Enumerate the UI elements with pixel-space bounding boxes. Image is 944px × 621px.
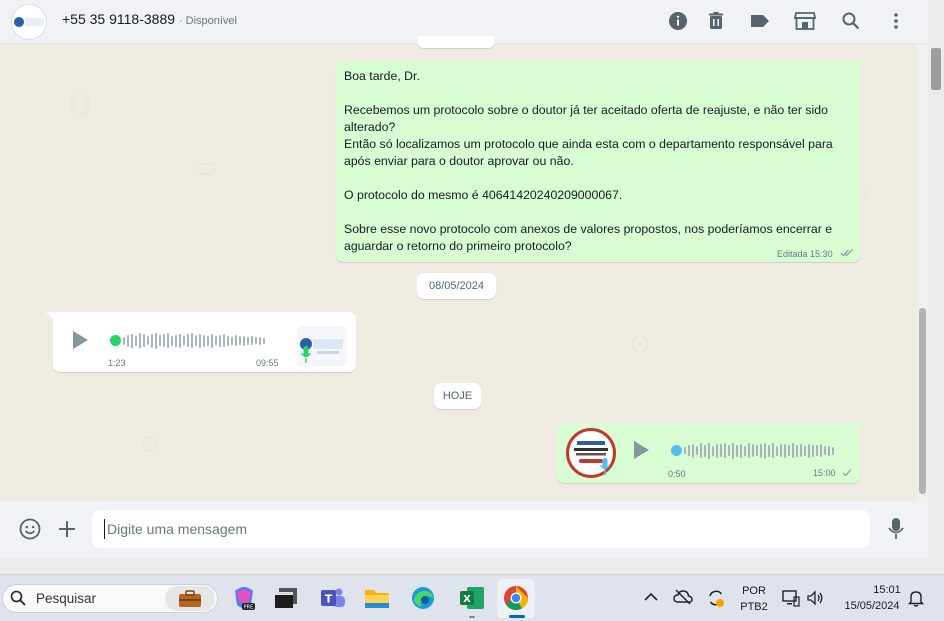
menu-kebab-icon[interactable] [885, 10, 907, 32]
terminal-app-icon[interactable] [271, 584, 301, 612]
play-button[interactable] [73, 331, 88, 349]
svg-text:X: X [463, 594, 471, 605]
message-time: 15:00 [813, 468, 836, 478]
audio-duration: 0:50 [668, 469, 686, 479]
attach-plus-icon[interactable] [58, 520, 76, 538]
chrome-browser-icon[interactable] [501, 584, 531, 612]
message-greeting: Boa tarde, Dr. [344, 69, 420, 83]
notification-bell-icon[interactable] [908, 589, 924, 607]
text-caret [104, 519, 105, 539]
bubble-tail-icon [856, 61, 865, 70]
sync-icon[interactable] [706, 588, 726, 608]
teams-app-icon[interactable]: T [318, 584, 348, 612]
microphone-icon [301, 346, 311, 363]
audio-progress-knob[interactable] [671, 445, 682, 456]
running-app-indicator [469, 616, 475, 618]
microphone-icon[interactable] [887, 517, 905, 541]
edited-label: Editada [777, 249, 808, 259]
contact-status: · Disponível [178, 15, 237, 27]
window-bottom-edge [0, 557, 944, 574]
copilot-app-icon[interactable]: PRE [229, 584, 259, 612]
info-icon[interactable] [667, 10, 689, 32]
search-highlight-image[interactable] [165, 586, 215, 611]
play-button[interactable] [634, 441, 649, 459]
language-indicator-bottom[interactable]: PTB2 [738, 601, 770, 613]
audio-waveform[interactable] [684, 442, 834, 459]
date-chip: 08/05/2024 [417, 273, 496, 299]
message-paragraph: Recebemos um protocolo sobre o doutor já… [344, 103, 828, 134]
briefcase-icon [179, 589, 201, 607]
search-icon [10, 590, 26, 606]
chevron-up-icon[interactable] [644, 592, 658, 602]
clinic-logo-icon [14, 17, 44, 27]
cloud-offline-icon[interactable] [673, 589, 693, 605]
message-time: 15:30 [810, 249, 833, 259]
bubble-tail-icon [856, 423, 865, 432]
clock-time[interactable]: 15:01 [860, 584, 914, 596]
volume-icon[interactable] [806, 589, 824, 607]
network-monitor-icon[interactable] [782, 589, 800, 607]
date-chip-partial [417, 36, 495, 48]
message-paragraph: Então só localizamos um protocolo que ai… [344, 137, 833, 168]
svg-text:PRE: PRE [244, 605, 254, 611]
bubble-tail-icon [46, 312, 55, 321]
label-tag-icon[interactable] [749, 10, 771, 32]
message-meta: Editada 15:30 [777, 249, 833, 259]
chat-scrollbar-thumb[interactable] [919, 308, 926, 494]
search-icon[interactable] [840, 10, 862, 32]
svg-text:T: T [325, 593, 333, 606]
double-check-icon [840, 249, 853, 257]
audio-progress-knob[interactable] [110, 335, 121, 346]
date-chip: HOJE [434, 383, 481, 409]
outgoing-message-text: Boa tarde, Dr. Recebemos um protocolo so… [344, 68, 854, 255]
edge-browser-icon[interactable] [408, 584, 438, 612]
message-time: 09:55 [256, 358, 279, 368]
taskbar-search-label: Pesquisar [36, 591, 97, 606]
emoji-icon[interactable] [19, 518, 41, 540]
single-check-icon [842, 469, 852, 477]
contact-title[interactable]: +55 35 9118-3889 · Disponível [62, 11, 237, 27]
browser-scrollbar-thumb[interactable] [931, 48, 941, 90]
contact-number: +55 35 9118-3889 [62, 11, 176, 27]
message-paragraph: O protocolo do mesmo é 40641420240209000… [344, 188, 623, 202]
language-indicator-top[interactable]: POR [738, 585, 770, 597]
audio-duration: 1:23 [108, 358, 126, 368]
active-app-indicator [509, 615, 525, 618]
excel-app-icon[interactable]: X [457, 584, 487, 612]
file-explorer-icon[interactable] [362, 584, 392, 612]
microphone-icon [600, 458, 610, 475]
contact-avatar[interactable] [11, 4, 47, 40]
message-input[interactable]: Digite uma mensagem [92, 510, 870, 548]
trash-icon[interactable] [705, 10, 727, 32]
catalog-store-icon[interactable] [794, 10, 816, 32]
audio-waveform[interactable] [123, 332, 265, 349]
clock-date[interactable]: 15/05/2024 [834, 600, 910, 612]
